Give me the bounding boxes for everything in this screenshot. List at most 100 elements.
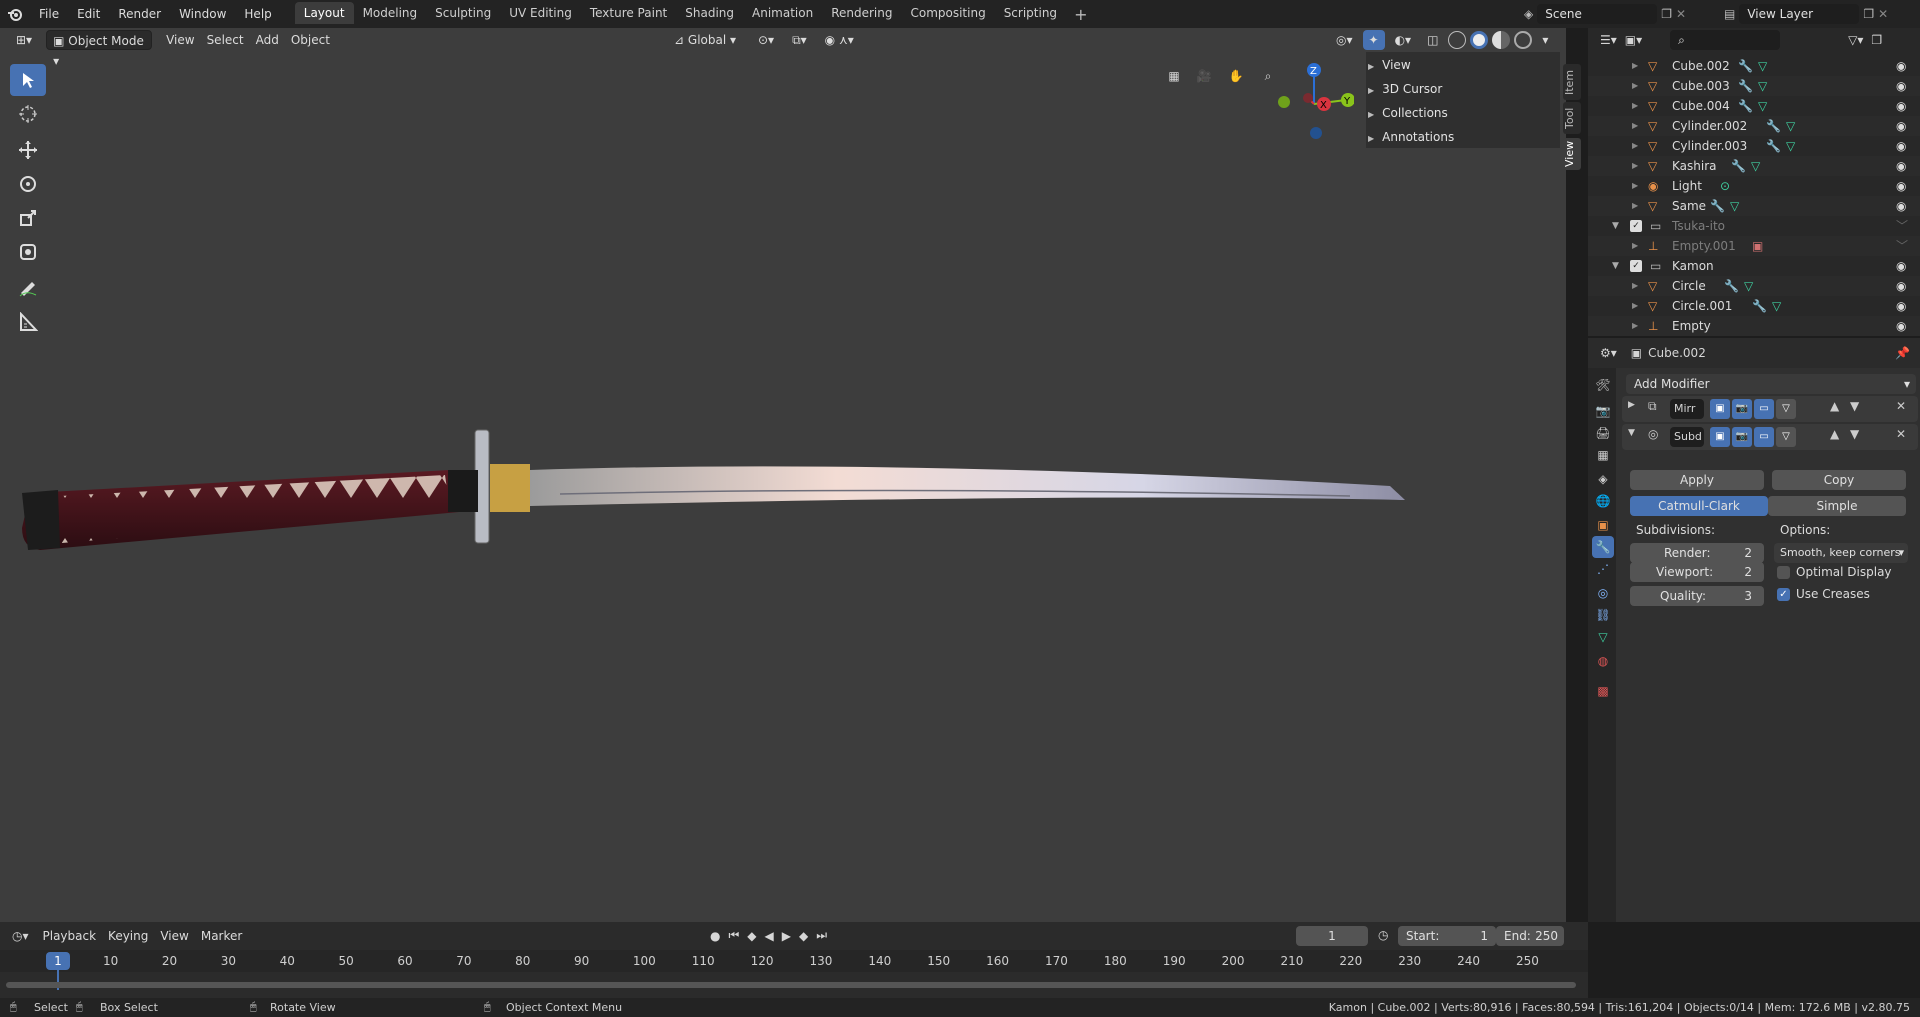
tool-icon[interactable]: 🛠	[1592, 374, 1614, 396]
material-icon[interactable]: ◍	[1592, 650, 1614, 672]
collapse-triangle-icon[interactable]: ▼	[1612, 216, 1619, 236]
collection-checkbox[interactable]: ✓	[1630, 260, 1642, 272]
select-box-tool-icon[interactable]	[10, 64, 46, 96]
timeline-menu-marker[interactable]: Marker	[195, 926, 248, 946]
outliner-row[interactable]: ▶ ▽ Cube.002 🔧 ▽ ◉	[1588, 56, 1920, 76]
pin-icon[interactable]: 📌	[1895, 346, 1910, 360]
catmull-clark-button[interactable]: Catmull-Clark	[1630, 496, 1768, 516]
snap-icon[interactable]: ⧉▾	[786, 30, 813, 50]
collapse-triangle-icon[interactable]: ▼	[1612, 256, 1619, 276]
render-toggle-icon[interactable]: 📷	[1732, 427, 1752, 447]
mesh-data-icon[interactable]: ▽	[1772, 296, 1781, 316]
orientation-dropdown[interactable]: ⊿ Global ▾	[668, 30, 746, 50]
menu-help[interactable]: Help	[235, 0, 280, 28]
copy-button[interactable]: Copy	[1772, 470, 1906, 490]
viewport-menu-select[interactable]: Select	[201, 30, 250, 50]
remove-scene-icon[interactable]: ✕	[1676, 7, 1686, 21]
expand-triangle-icon[interactable]: ▶	[1632, 56, 1638, 76]
toggle-grid-view-icon[interactable]: ▦	[1160, 62, 1188, 90]
move-up-icon[interactable]: ▲	[1830, 427, 1839, 441]
tab-scripting[interactable]: Scripting	[995, 2, 1066, 24]
tab-modeling[interactable]: Modeling	[354, 2, 427, 24]
menu-window[interactable]: Window	[170, 0, 235, 28]
modifier-wrench-icon[interactable]: 🔧	[1752, 296, 1767, 316]
pan-view-icon[interactable]: ✋	[1222, 62, 1250, 90]
tab-shading[interactable]: Shading	[676, 2, 743, 24]
3d-viewport[interactable]: ⊞▾ ▣ Object Mode ▾ View Select Add Object ⊿…	[0, 28, 1581, 922]
viewport-menu-add[interactable]: Add	[250, 30, 285, 50]
outliner-editor-icon[interactable]: ☰▾	[1600, 33, 1617, 47]
axis-navigation-gizmo[interactable]: Z Y X	[1274, 58, 1354, 148]
mesh-data-icon[interactable]: ▽	[1730, 196, 1739, 216]
hidden-eye-icon[interactable]: ﹀	[1896, 216, 1908, 236]
modifier-panel-subd[interactable]: ▼ ◎ Subd ▣ 📷 ▭ ▽ ▲ ▼ ✕	[1622, 424, 1918, 450]
camera-view-icon[interactable]: 🎥	[1190, 62, 1218, 90]
modifier-wrench-icon[interactable]: 🔧	[1731, 156, 1746, 176]
tab-rendering[interactable]: Rendering	[822, 2, 901, 24]
close-icon[interactable]: ✕	[1896, 427, 1906, 441]
viewport-toggle-icon[interactable]: ▭	[1754, 399, 1774, 419]
current-frame-field[interactable]: 1	[1296, 926, 1368, 946]
play-reverse-icon[interactable]: ◀	[765, 929, 774, 943]
image-data-icon[interactable]: ▣	[1752, 236, 1763, 256]
collapse-triangle-icon[interactable]: ▼	[1628, 428, 1635, 438]
timeline-scrollbar[interactable]	[6, 982, 1576, 988]
tab-animation[interactable]: Animation	[743, 2, 822, 24]
modifier-wrench-icon[interactable]: 🔧	[1738, 96, 1753, 116]
add-modifier-dropdown[interactable]: Add Modifier ▾	[1626, 374, 1916, 394]
filter-icon[interactable]: ▽▾	[1848, 33, 1863, 47]
collection-checkbox[interactable]: ✓	[1630, 220, 1642, 232]
outliner-search-input[interactable]: ⌕	[1670, 30, 1781, 50]
outliner-row[interactable]: ▶ ▽ Cylinder.003 🔧 ▽ ◉	[1588, 136, 1920, 156]
outliner-row[interactable]: ▶ ◉ Light ⊙ ◉	[1588, 176, 1920, 196]
view-layer-icon[interactable]: ▦	[1592, 444, 1614, 466]
display-mode-icon[interactable]: ▣▾	[1625, 33, 1642, 47]
jump-start-icon[interactable]: ⏮	[728, 928, 739, 943]
panel-collections[interactable]: ▶ Collections	[1368, 102, 1448, 124]
expand-triangle-icon[interactable]: ▶	[1632, 296, 1638, 316]
mesh-data-icon[interactable]: ▽	[1744, 276, 1753, 296]
tab-layout[interactable]: Layout	[294, 2, 354, 24]
xray-toggle-icon[interactable]: ◫	[1421, 30, 1444, 50]
mesh-data-icon[interactable]: ▽	[1786, 136, 1795, 156]
apply-button[interactable]: Apply	[1630, 470, 1764, 490]
shading-options-icon[interactable]: ▾	[1536, 30, 1554, 50]
expand-triangle-icon[interactable]: ▶	[1628, 400, 1635, 410]
physics-icon[interactable]: ◎	[1592, 582, 1614, 604]
move-up-icon[interactable]: ▲	[1830, 399, 1839, 413]
tab-sculpting[interactable]: Sculpting	[426, 2, 500, 24]
output-icon[interactable]: 🖨	[1592, 422, 1614, 444]
editmode-toggle-icon[interactable]: ▽	[1776, 399, 1796, 419]
sidebar-tab-tool[interactable]: Tool	[1563, 102, 1581, 134]
new-scene-icon[interactable]: ❐	[1661, 7, 1672, 21]
modifier-wrench-icon[interactable]: 🔧	[1766, 136, 1781, 156]
rotate-tool-icon[interactable]	[10, 168, 46, 200]
visibility-eye-icon[interactable]: ◉	[1896, 176, 1906, 196]
wireframe-shading-icon[interactable]	[1448, 31, 1467, 49]
proportional-edit-icon[interactable]: ◉ ⋏▾	[819, 30, 860, 50]
outliner-row[interactable]: ▶ ▽ Kashira 🔧 ▽ ◉	[1588, 156, 1920, 176]
visibility-eye-icon[interactable]: ◉	[1896, 296, 1906, 316]
move-down-icon[interactable]: ▼	[1850, 427, 1859, 441]
annotate-tool-icon[interactable]	[10, 272, 46, 304]
mesh-data-icon[interactable]: ▽	[1758, 56, 1767, 76]
expand-triangle-icon[interactable]: ▶	[1632, 116, 1638, 136]
viewport-toggle-icon[interactable]: ▭	[1754, 427, 1774, 447]
expand-triangle-icon[interactable]: ▶	[1632, 276, 1638, 296]
mesh-data-icon[interactable]: ▽	[1758, 96, 1767, 116]
modifier-wrench-icon[interactable]: 🔧	[1738, 76, 1753, 96]
expand-triangle-icon[interactable]: ▶	[1632, 196, 1638, 216]
blender-logo-icon[interactable]	[0, 0, 30, 28]
move-tool-icon[interactable]	[10, 134, 46, 166]
viewport-menu-object[interactable]: Object	[285, 30, 336, 50]
add-workspace-button[interactable]: +	[1066, 5, 1095, 24]
outliner-row[interactable]: ▶ ⊥ Empty.001 ▣ ﹀	[1588, 236, 1920, 256]
expand-triangle-icon[interactable]: ▶	[1632, 316, 1638, 336]
menu-edit[interactable]: Edit	[68, 0, 109, 28]
expand-triangle-icon[interactable]: ▶	[1632, 136, 1638, 156]
expand-triangle-icon[interactable]: ▶	[1632, 156, 1638, 176]
tab-texture-paint[interactable]: Texture Paint	[581, 2, 676, 24]
properties-editor-icon[interactable]: ⚙▾	[1600, 346, 1617, 360]
panel-annotations[interactable]: ▶ Annotations	[1368, 126, 1454, 148]
optimal-display-checkbox[interactable]	[1777, 566, 1790, 579]
